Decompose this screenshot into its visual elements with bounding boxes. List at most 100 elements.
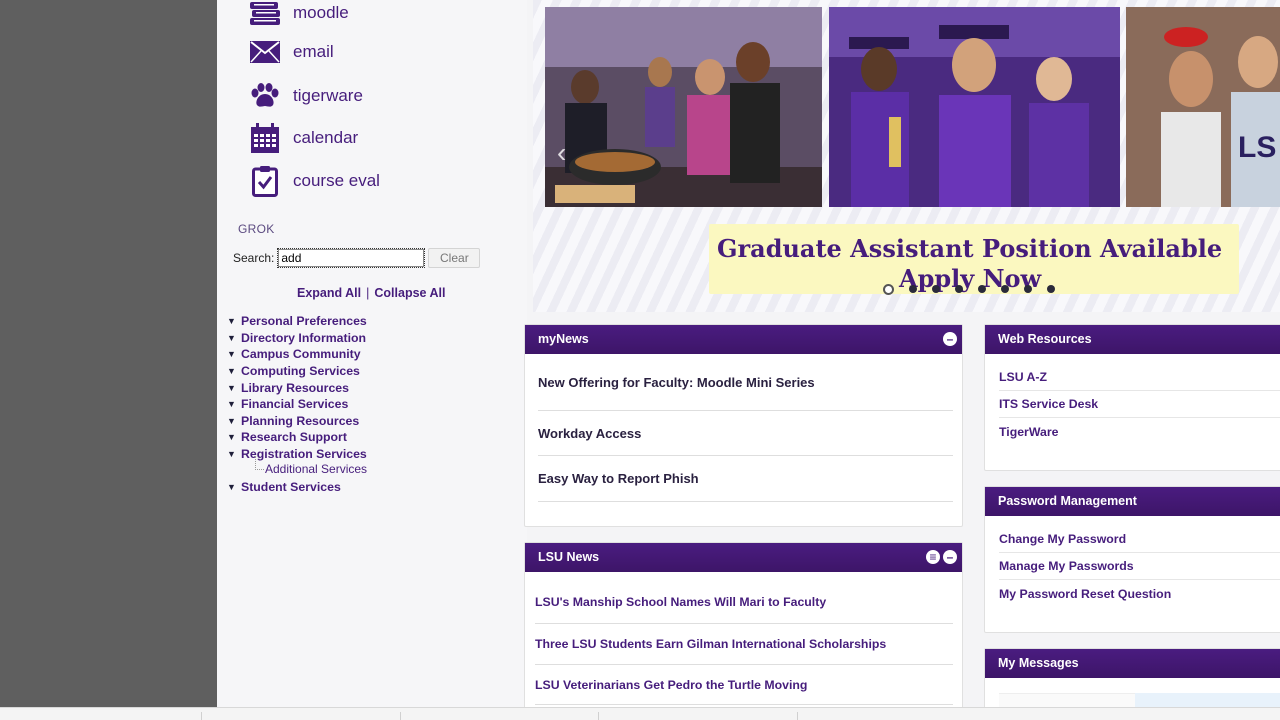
app-label: email: [293, 42, 334, 61]
password-link[interactable]: Manage My Passwords: [999, 553, 1280, 580]
app-link-course-eval[interactable]: course eval: [247, 166, 380, 197]
tree-item-label: Directory Information: [241, 330, 367, 345]
carousel-dot[interactable]: [883, 284, 894, 295]
password-link[interactable]: My Password Reset Question: [999, 580, 1280, 607]
app-link-moodle[interactable]: moodle: [247, 0, 349, 28]
password-link[interactable]: Change My Password: [999, 526, 1280, 553]
triangle-down-icon: ▼: [227, 332, 236, 343]
banner-carousel: ‹ LS Graduate Assistant Position Availab…: [533, 0, 1280, 312]
divider: [797, 712, 798, 720]
tree-item-directory-information[interactable]: ▼ Directory Information: [227, 330, 367, 347]
carousel-dot[interactable]: [1001, 285, 1009, 293]
clear-button[interactable]: Clear: [428, 248, 481, 268]
carousel-dot[interactable]: [978, 285, 986, 293]
tree-item-label: Computing Services: [241, 364, 360, 379]
news-item[interactable]: New Offering for Faculty: Moodle Mini Se…: [538, 354, 953, 411]
tree-item-computing-services[interactable]: ▼ Computing Services: [227, 363, 367, 380]
triangle-down-icon: ▼: [227, 366, 236, 377]
app-link-tigerware[interactable]: tigerware: [247, 81, 363, 111]
carousel-dots: [883, 284, 1055, 295]
tree-item-campus-community[interactable]: ▼ Campus Community: [227, 346, 367, 363]
app-label: tigerware: [293, 86, 363, 105]
news-item[interactable]: Workday Access: [538, 411, 953, 456]
messages-placeholder: [999, 693, 1135, 707]
app-label: calendar: [293, 128, 359, 147]
category-tree: ▼ Personal Preferences ▼ Directory Informa…: [227, 313, 367, 495]
search-input[interactable]: [277, 248, 426, 268]
menu-icon[interactable]: ≡: [926, 550, 940, 564]
portlet-title: Web Resources: [998, 332, 1092, 346]
messages-placeholder: [1135, 693, 1280, 707]
tree-subitem-additional-services[interactable]: Additional Services: [227, 456, 367, 476]
portlet-header: myNews –: [525, 325, 962, 354]
expand-collapse-controls: Expand All | Collapse All: [297, 286, 445, 300]
app-link-email[interactable]: email: [247, 37, 334, 67]
tree-item-label: Research Support: [241, 430, 347, 445]
password-management-portlet: Password Management Change My Password M…: [984, 486, 1280, 633]
bottom-strip: [0, 707, 1280, 720]
portlet-title: myNews: [538, 332, 589, 346]
portlet-header: LSU News ≡ –: [525, 543, 962, 572]
tree-item-label: Financial Services: [241, 397, 349, 412]
portlet-header: Password Management: [985, 487, 1280, 516]
portlet-title: Password Management: [998, 494, 1137, 508]
triangle-down-icon: ▼: [227, 449, 236, 460]
lsunews-item[interactable]: LSU's Manship School Names Will Mari to …: [535, 572, 953, 624]
resource-link[interactable]: TigerWare: [999, 418, 1280, 445]
carousel-dot[interactable]: [932, 285, 940, 293]
triangle-down-icon: ▼: [227, 481, 236, 492]
app-link-calendar[interactable]: calendar: [247, 123, 358, 153]
tree-item-financial-services[interactable]: ▼ Financial Services: [227, 396, 367, 413]
triangle-down-icon: ▼: [227, 382, 236, 393]
carousel-dot[interactable]: [955, 285, 963, 293]
resource-link[interactable]: ITS Service Desk: [999, 391, 1280, 418]
banner-photo-students-food: ‹: [545, 7, 822, 207]
triangle-down-icon: ▼: [227, 349, 236, 360]
tree-item-student-services[interactable]: ▼ Student Services: [227, 478, 367, 495]
left-gutter: [0, 0, 217, 707]
banner-photo-students-smiling: LS: [1126, 7, 1280, 207]
app-label: course eval: [293, 171, 380, 190]
minimize-icon[interactable]: –: [943, 332, 957, 346]
my-messages-portlet: My Messages: [984, 648, 1280, 707]
portlet-header: Web Resources: [985, 325, 1280, 354]
carousel-dot[interactable]: [1024, 285, 1032, 293]
web-resources-portlet: Web Resources LSU A-Z ITS Service Desk T…: [984, 324, 1280, 471]
resource-link[interactable]: LSU A-Z: [999, 364, 1280, 391]
triangle-down-icon: ▼: [227, 415, 236, 426]
divider: [201, 712, 202, 720]
carousel-dot[interactable]: [909, 285, 917, 293]
lsunews-item[interactable]: Three LSU Students Earn Gilman Internati…: [535, 624, 953, 665]
banner-headline: Graduate Assistant Position Available: [717, 234, 1223, 263]
minimize-icon[interactable]: –: [943, 550, 957, 564]
lsunews-item[interactable]: LSU Veterinarians Get Pedro the Turtle M…: [535, 665, 953, 705]
divider: [598, 712, 599, 720]
carousel-dot[interactable]: [1047, 285, 1055, 293]
news-item[interactable]: Easy Way to Report Phish: [538, 456, 953, 502]
grok-search: Search: Clear: [233, 248, 481, 268]
sidebar: moodle email tigerware calendar course e: [217, 0, 527, 707]
banner-photo-graduates: [829, 7, 1120, 207]
expand-all-link[interactable]: Expand All: [297, 286, 361, 300]
portal-page: moodle email tigerware calendar course e: [217, 0, 1280, 707]
paw-icon: [247, 81, 283, 111]
tree-item-personal-preferences[interactable]: ▼ Personal Preferences: [227, 313, 367, 330]
portlet-title: My Messages: [998, 656, 1079, 670]
grok-label: GROK: [238, 222, 275, 236]
tree-item-label: Library Resources: [241, 380, 349, 395]
tree-item-label: Planning Resources: [241, 413, 360, 428]
lsunews-portlet: LSU News ≡ – LSU's Manship School Names W…: [524, 542, 963, 707]
portlet-title: LSU News: [538, 550, 600, 564]
tree-item-research-support[interactable]: ▼ Research Support: [227, 429, 367, 446]
divider: [400, 712, 401, 720]
collapse-all-link[interactable]: Collapse All: [374, 286, 445, 300]
app-label: moodle: [293, 3, 349, 22]
tree-item-library-resources[interactable]: ▼ Library Resources: [227, 379, 367, 396]
carousel-prev-icon[interactable]: ‹: [557, 137, 581, 168]
triangle-down-icon: ▼: [227, 316, 236, 327]
tree-item-label: Student Services: [241, 479, 341, 494]
triangle-down-icon: ▼: [227, 432, 236, 443]
tree-item-planning-resources[interactable]: ▼ Planning Resources: [227, 413, 367, 430]
search-label: Search:: [233, 251, 275, 265]
tree-item-registration-services[interactable]: ▼ Registration Services: [227, 446, 367, 463]
